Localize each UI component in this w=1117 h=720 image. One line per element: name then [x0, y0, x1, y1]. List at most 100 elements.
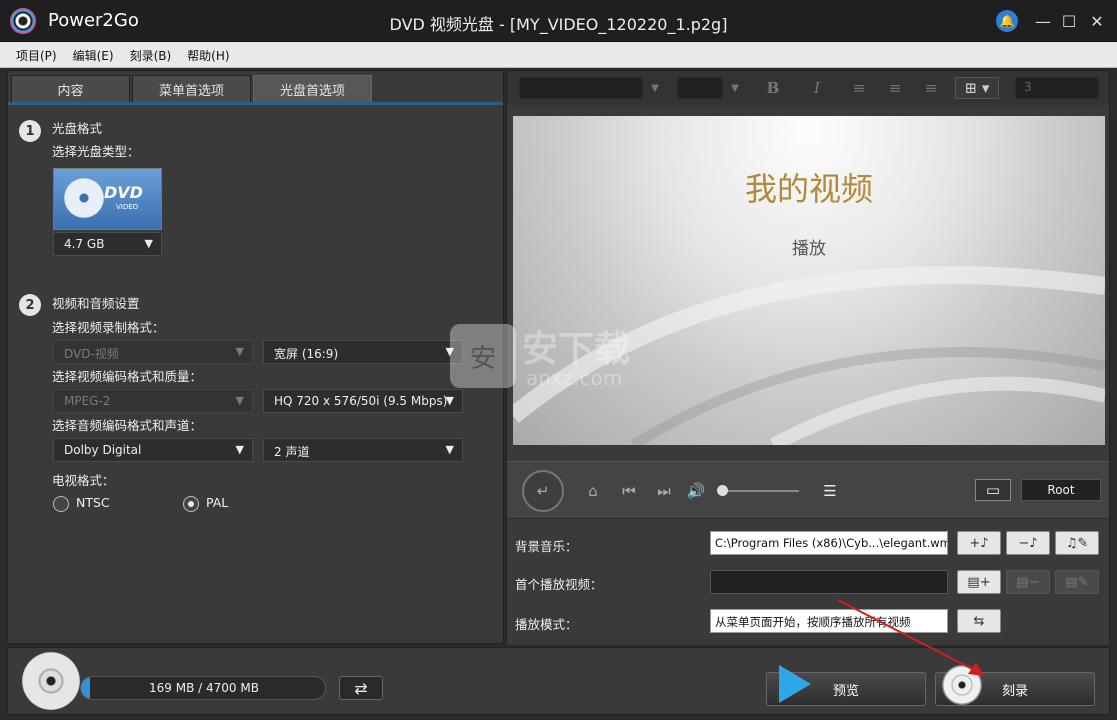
tab-menu-preferences[interactable]: 菜单首选项 [132, 75, 251, 102]
video-codec-label: 选择视频编码格式和质量： [52, 369, 203, 384]
app-name: Power2Go [48, 10, 139, 31]
chevron-down-icon: ▼ [731, 82, 739, 94]
volume-icon[interactable]: 🔊 [683, 480, 709, 502]
disc-size-dropdown[interactable]: 4.7 GB ▼ [53, 232, 162, 256]
audio-channels-value: 2 声道 [274, 445, 310, 459]
align-right-icon: ≡ [924, 79, 938, 97]
safe-zone-icon[interactable]: ▭ [975, 479, 1011, 501]
align-left-icon: ≡ [852, 79, 866, 97]
chevron-down-icon: ▼ [235, 394, 244, 407]
pal-radio[interactable] [183, 496, 199, 512]
chevron-down-icon: ▼ [651, 82, 659, 94]
home-icon[interactable]: ⌂ [581, 480, 605, 502]
play-icon [779, 665, 811, 703]
edit-music-button[interactable]: ♫✎ [1055, 531, 1099, 555]
disc-icon [22, 652, 80, 710]
pal-label: PAL [206, 495, 229, 510]
first-play-label: 首个播放视频： [515, 577, 603, 592]
tab-disc-preferences[interactable]: 光盘首选项 [253, 75, 372, 102]
menu-edit[interactable]: 编辑(E) [65, 42, 122, 64]
layout-grid-dropdown[interactable]: ⊞ ▾ [955, 77, 999, 99]
video-format-label: 选择视频录制格式： [52, 320, 165, 335]
close-button[interactable]: ✕ [1084, 8, 1110, 34]
av-settings-heading: 视频和音频设置 [52, 296, 140, 311]
chapter-list-icon[interactable]: ☰ [817, 480, 843, 502]
chevron-down-icon: ▼ [144, 237, 153, 250]
disc-type-label: 选择光盘类型： [52, 144, 140, 159]
disc-icon [64, 178, 104, 218]
audio-codec-label: 选择音频编码格式和声道： [52, 418, 203, 433]
audio-codec-value: Dolby Digital [64, 443, 142, 457]
maximize-button[interactable]: ☐ [1056, 8, 1082, 34]
capacity-text: 169 MB / 4700 MB [149, 681, 259, 695]
tab-content[interactable]: 内容 [11, 75, 130, 102]
chevron-down-icon: ▼ [235, 443, 244, 456]
dvd-logo-sub: VIDEO [116, 203, 139, 211]
play-mode-label: 播放模式： [515, 617, 578, 632]
ntsc-radio[interactable] [53, 496, 69, 512]
burn-label: 刻录 [1001, 683, 1028, 699]
chevron-down-icon: ▼ [445, 443, 454, 456]
watermark: 安 安下载 anxz.com [450, 318, 666, 398]
notification-bell-icon[interactable]: 🔔 [994, 8, 1020, 34]
previous-icon[interactable]: ⏮ [617, 480, 641, 502]
app-logo-icon [10, 8, 36, 34]
playback-settings: 背景音乐： C:\Program Files (x86)\Cyb...\eleg… [507, 519, 1109, 645]
video-quality-dropdown[interactable]: HQ 720 x 576/50i (9.5 Mbps) ▼ [263, 389, 463, 413]
menu-burn[interactable]: 刻录(B) [122, 42, 180, 64]
remove-first-play-button: ▤− [1006, 570, 1050, 594]
disc-size-value: 4.7 GB [64, 237, 105, 251]
dvd-disc-type-thumbnail[interactable]: DVD VIDEO [53, 168, 162, 230]
italic-icon: I [814, 79, 820, 97]
annotation-arrow [837, 599, 984, 676]
align-center-icon: ≡ [888, 79, 902, 97]
video-quality-value: HQ 720 x 576/50i (9.5 Mbps) [274, 394, 448, 408]
video-format-dropdown: DVD-视频 ▼ [53, 340, 253, 364]
window-title: DVD 视频光盘 - [MY_VIDEO_120220_1.p2g] [389, 15, 728, 34]
remove-music-button[interactable]: −♪ [1006, 531, 1050, 555]
next-icon[interactable]: ⏭ [652, 480, 676, 502]
aspect-ratio-dropdown[interactable]: 宽屏 (16:9)▼ [263, 340, 463, 364]
player-controls: ↵ ⌂ ⏮ ⏭ 🔊 ☰ ▭ Root [507, 461, 1109, 519]
aspect-ratio-value: 宽屏 (16:9) [274, 347, 339, 361]
video-format-value: DVD-视频 [64, 347, 119, 361]
minimize-button[interactable]: — [1030, 8, 1056, 34]
video-codec-dropdown: MPEG-2 ▼ [53, 389, 253, 413]
font-family-dropdown [519, 77, 643, 99]
font-color-dropdown [677, 77, 723, 99]
volume-slider-track[interactable] [719, 490, 799, 492]
tv-format-label: 电视格式： [52, 473, 115, 488]
bold-icon: B [766, 79, 780, 97]
watermark-sub: anxz.com [526, 366, 623, 390]
back-icon[interactable]: ↵ [522, 470, 564, 512]
tab-underline [8, 102, 503, 105]
font-size-dropdown: 3 [1015, 77, 1099, 99]
watermark-text: 安下载 [522, 329, 631, 370]
audio-channels-dropdown[interactable]: 2 声道 ▼ [263, 438, 463, 462]
menu-project[interactable]: 项目(P) [8, 42, 65, 64]
capacity-bar: 169 MB / 4700 MB [80, 676, 326, 700]
add-music-button[interactable]: +♪ [957, 531, 1001, 555]
menu-play-button[interactable]: 播放 [513, 234, 1105, 259]
menu-title-text[interactable]: 我的视频 [513, 164, 1105, 210]
step-1-badge: 1 [19, 120, 41, 142]
menu-help[interactable]: 帮助(H) [179, 42, 237, 64]
text-format-toolbar: ▼ ▼ B I ≡ ≡ ≡ ⊞ ▾ 3 [507, 71, 1109, 105]
audio-codec-dropdown[interactable]: Dolby Digital ▼ [53, 438, 253, 462]
volume-slider-thumb[interactable] [717, 485, 728, 496]
swap-drive-button[interactable]: ⇄ [339, 676, 383, 700]
video-codec-value: MPEG-2 [64, 394, 111, 408]
dvd-logo: DVD [104, 183, 143, 202]
edit-first-play-button: ▤✎ [1055, 570, 1099, 594]
root-menu-label[interactable]: Root [1021, 479, 1101, 501]
bg-music-label: 背景音乐： [515, 539, 578, 554]
font-size-value: 3 [1024, 80, 1032, 94]
watermark-badge: 安 [450, 324, 516, 388]
title-bar: Power2Go DVD 视频光盘 - [MY_VIDEO_120220_1.p… [0, 0, 1117, 42]
step-2-badge: 2 [19, 294, 41, 316]
ntsc-label: NTSC [76, 495, 110, 510]
disc-format-heading: 光盘格式 [52, 121, 103, 136]
bg-music-path-field[interactable]: C:\Program Files (x86)\Cyb...\elegant.wm… [710, 531, 948, 555]
settings-panel: 内容 菜单首选项 光盘首选项 1 光盘格式 选择光盘类型： DVD VIDEO … [7, 70, 504, 644]
chevron-down-icon: ▼ [235, 345, 244, 358]
